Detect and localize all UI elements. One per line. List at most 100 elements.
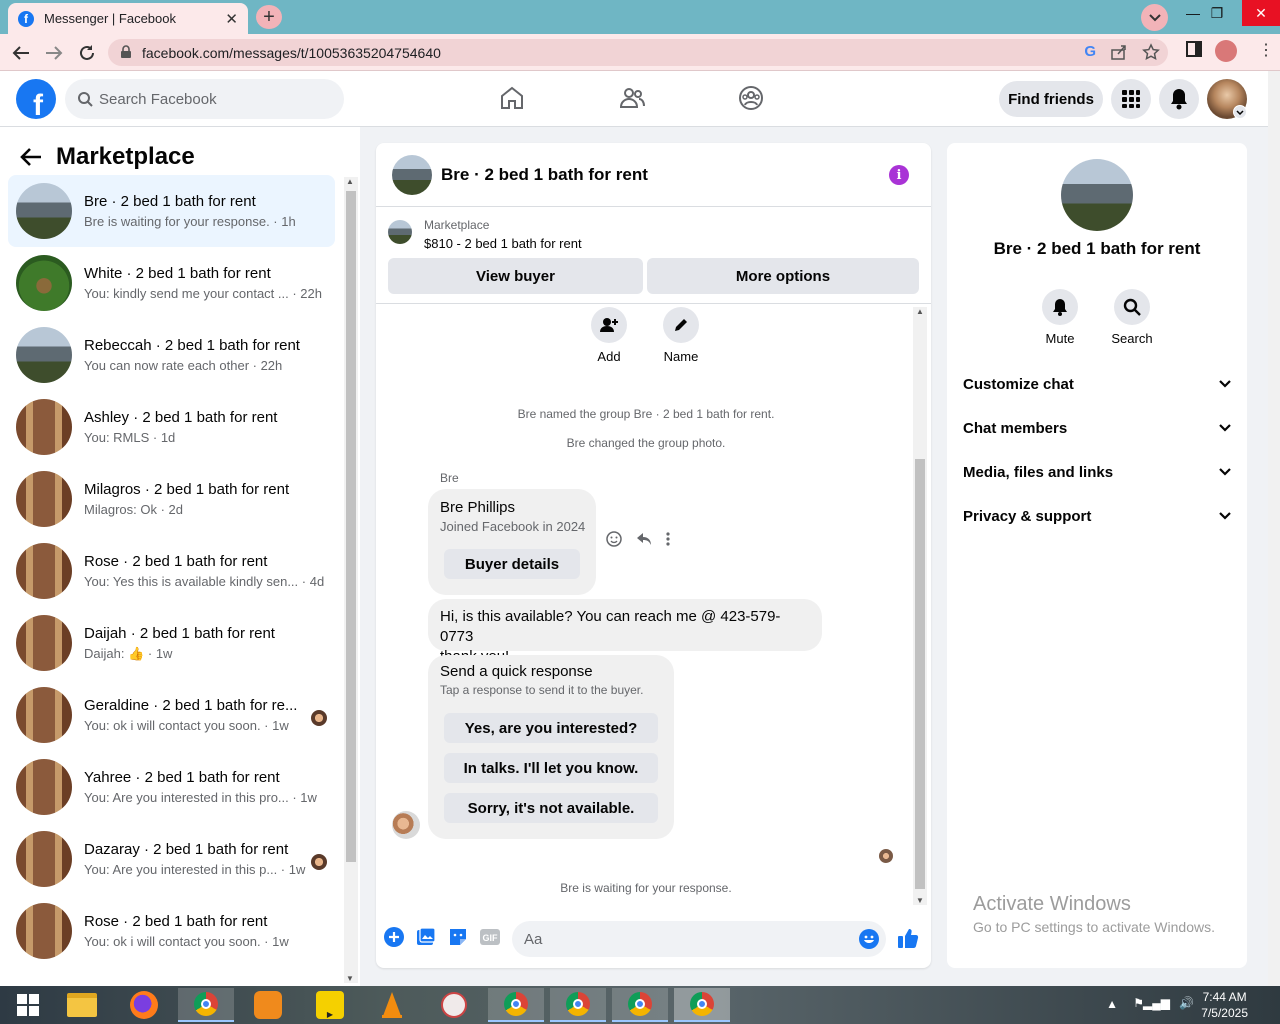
emoji-icon[interactable] [859, 929, 879, 949]
share-icon[interactable] [1110, 43, 1128, 61]
sticker-icon[interactable] [448, 927, 468, 947]
details-avatar[interactable] [1061, 159, 1133, 231]
tab-close-icon[interactable]: ✕ [225, 10, 238, 28]
chat-avatar[interactable] [392, 154, 432, 195]
scroll-up-icon[interactable]: ▲ [346, 177, 354, 186]
add-people-action[interactable]: Add [590, 307, 628, 364]
tab-search-button[interactable] [1141, 4, 1168, 31]
close-window-button[interactable]: ✕ [1242, 0, 1280, 26]
scroll-down-icon[interactable]: ▼ [346, 974, 354, 983]
profile-avatar-icon[interactable] [1215, 40, 1237, 62]
start-button[interactable] [0, 988, 56, 1022]
photo-icon[interactable] [416, 927, 436, 947]
conversation-item[interactable]: Ashley · 2 bed 1 bath for rent You: RMLS … [8, 391, 335, 463]
chat-header: Bre · 2 bed 1 bath for rent i [376, 143, 931, 207]
sender-avatar[interactable] [392, 811, 420, 839]
app-icon[interactable] [426, 988, 482, 1022]
facebook-logo-icon[interactable]: f [16, 79, 56, 119]
quick-reply-button[interactable]: In talks. I'll let you know. [444, 753, 658, 783]
search-action[interactable]: Search [1102, 289, 1162, 346]
volume-icon[interactable]: 🔊 [1179, 996, 1194, 1010]
new-tab-button[interactable]: + [256, 5, 282, 29]
react-smiley-icon[interactable] [606, 531, 622, 547]
conversation-item[interactable]: White · 2 bed 1 bath for rent You: kindly… [8, 247, 335, 319]
sidebar-scrollbar[interactable]: ▲ ▼ [344, 177, 358, 983]
details-section[interactable]: Customize chat [963, 362, 1231, 406]
home-icon[interactable] [499, 85, 525, 111]
thumbs-up-icon[interactable] [897, 927, 919, 949]
plus-circle-icon[interactable] [384, 927, 404, 947]
conversation-item[interactable]: Geraldine · 2 bed 1 bath for re... You: o… [8, 679, 335, 751]
quick-reply-button[interactable]: Yes, are you interested? [444, 713, 658, 743]
chrome-taskbar-icon[interactable] [178, 988, 234, 1022]
scroll-up-icon[interactable]: ▲ [916, 307, 924, 316]
chat-scrollbar-thumb[interactable] [915, 459, 925, 889]
message-bubble[interactable]: Hi, is this available? You can reach me … [428, 599, 822, 665]
gif-icon[interactable]: GIF [480, 927, 500, 947]
details-section[interactable]: Privacy & support [963, 494, 1231, 538]
conversation-item[interactable]: Daijah · 2 bed 1 bath for rent Daijah: 👍 … [8, 607, 335, 679]
tray-expand-icon[interactable]: ▲ [1106, 997, 1118, 1011]
browser-tab[interactable]: f Messenger | Facebook ✕ [8, 3, 248, 34]
scroll-down-icon[interactable]: ▼ [916, 896, 924, 905]
listing-price[interactable]: $810 - 2 bed 1 bath for rent [424, 236, 582, 251]
google-icon[interactable]: G [1084, 43, 1096, 61]
find-friends-button[interactable]: Find friends [999, 81, 1103, 117]
restore-button[interactable]: ❐ [1198, 0, 1236, 26]
browser-menu-icon[interactable]: ⋮ [1258, 40, 1274, 60]
chrome-taskbar-icon[interactable] [488, 988, 544, 1022]
menu-button[interactable] [1111, 79, 1151, 119]
more-options-button[interactable]: More options [647, 258, 919, 294]
conversation-name: Geraldine · 2 bed 1 bath for re... [84, 697, 298, 714]
search-facebook-input[interactable]: Search Facebook [65, 79, 344, 119]
buyer-details-button[interactable]: Buyer details [444, 549, 580, 579]
firefox-icon[interactable] [116, 988, 172, 1022]
vlc-icon[interactable] [364, 988, 420, 1022]
page-scrollbar[interactable] [1268, 71, 1280, 986]
back-arrow-icon[interactable] [20, 147, 42, 167]
uc-browser-icon[interactable] [240, 988, 296, 1022]
groups-icon[interactable] [738, 85, 764, 111]
seen-avatar [879, 849, 893, 863]
conversation-item[interactable]: Bre · 2 bed 1 bath for rent Bre is waitin… [8, 175, 335, 247]
bookmark-star-icon[interactable] [1142, 43, 1160, 61]
reply-icon[interactable] [636, 532, 652, 546]
chrome-taskbar-icon[interactable] [674, 988, 730, 1022]
scrollbar-thumb[interactable] [346, 191, 356, 862]
chat-scrollbar[interactable]: ▲ ▼ [913, 307, 927, 905]
details-section[interactable]: Chat members [963, 406, 1231, 450]
player-icon[interactable]: ▶ [302, 988, 358, 1022]
network-icon[interactable]: ▂▄▆ [1143, 996, 1170, 1010]
address-bar[interactable]: facebook.com/messages/t/1005363520475464… [108, 39, 1168, 66]
conversation-item[interactable]: Yahree · 2 bed 1 bath for rent You: Are y… [8, 751, 335, 823]
account-chevron-icon[interactable] [1233, 105, 1247, 119]
conversation-item[interactable]: Rose · 2 bed 1 bath for rent You: ok i wi… [8, 895, 335, 967]
chat-title[interactable]: Bre · 2 bed 1 bath for rent [441, 165, 648, 185]
friends-icon[interactable] [619, 85, 645, 111]
conversation-item[interactable]: Milagros · 2 bed 1 bath for rent Milagros… [8, 463, 335, 535]
view-buyer-button[interactable]: View buyer [388, 258, 643, 294]
listing-thumbnail[interactable] [388, 220, 412, 244]
chrome-taskbar-icon[interactable] [612, 988, 668, 1022]
more-dots-icon[interactable] [666, 532, 670, 546]
clock[interactable]: 7:44 AM 7/5/2025 [1201, 989, 1248, 1021]
conversation-item[interactable]: Rose · 2 bed 1 bath for rent You: Yes thi… [8, 535, 335, 607]
bell-icon [1171, 89, 1187, 110]
conversation-text: Bre · 2 bed 1 bath for rent Bre is waitin… [84, 193, 324, 229]
conversation-item[interactable]: Rebeccah · 2 bed 1 bath for rent You can … [8, 319, 335, 391]
forward-button[interactable] [43, 42, 65, 64]
message-input[interactable]: Aa [512, 921, 886, 957]
mute-action[interactable]: Mute [1030, 289, 1090, 346]
notifications-button[interactable] [1159, 79, 1199, 119]
conversation-text: Rebeccah · 2 bed 1 bath for rent You can … [84, 337, 324, 373]
details-section[interactable]: Media, files and links [963, 450, 1231, 494]
quick-reply-button[interactable]: Sorry, it's not available. [444, 793, 658, 823]
conversation-item[interactable]: Dazaray · 2 bed 1 bath for rent You: Are … [8, 823, 335, 895]
name-group-action[interactable]: Name [662, 307, 700, 364]
info-icon[interactable]: i [889, 165, 909, 185]
file-explorer-icon[interactable] [54, 988, 110, 1022]
back-button[interactable] [10, 42, 32, 64]
chrome-taskbar-icon[interactable] [550, 988, 606, 1022]
sidepanel-icon[interactable] [1186, 41, 1202, 57]
reload-button[interactable] [76, 42, 98, 64]
